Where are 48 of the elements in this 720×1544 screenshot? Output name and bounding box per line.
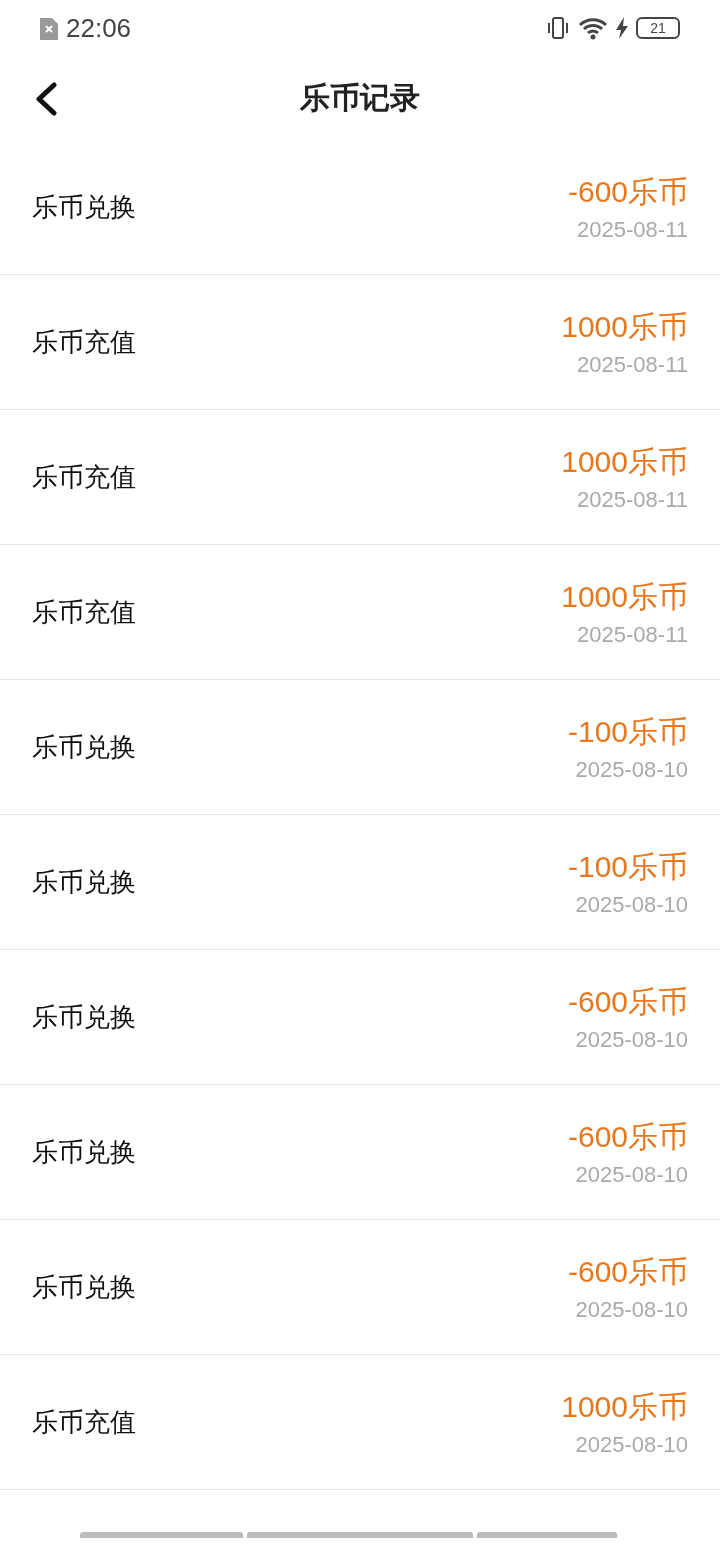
battery-icon: 21: [636, 17, 680, 39]
charging-icon: [616, 17, 628, 39]
record-type: 乐币兑换: [32, 1000, 136, 1034]
record-type: 乐币兑换: [32, 730, 136, 764]
record-row[interactable]: 乐币充值 1000乐币 2025-08-11: [0, 545, 720, 680]
coin-amount: 1000乐币: [561, 443, 688, 480]
record-row[interactable]: 乐币兑换 -600乐币 2025-08-10: [0, 1220, 720, 1355]
record-row[interactable]: 乐币充值 1000乐币 2025-08-10: [0, 1355, 720, 1490]
record-date: 2025-08-11: [577, 486, 688, 513]
coin-amount: -100乐币: [567, 713, 688, 750]
coin-amount: 1000乐币: [561, 578, 688, 615]
coin-amount: 1000乐币: [561, 308, 688, 345]
coin-amount: -100乐币: [567, 848, 688, 885]
record-date: 2025-08-10: [575, 1026, 688, 1053]
status-time: 22:06: [66, 12, 132, 44]
record-date: 2025-08-10: [575, 1161, 688, 1188]
record-type: 乐币兑换: [32, 1135, 136, 1169]
record-type: 乐币兑换: [32, 1270, 136, 1304]
record-type: 乐币兑换: [32, 190, 136, 224]
record-date: 2025-08-10: [575, 891, 688, 918]
wifi-icon: [578, 16, 608, 40]
record-type: 乐币充值: [32, 460, 136, 494]
record-date: 2025-08-10: [575, 1296, 688, 1323]
record-date: 2025-08-11: [577, 351, 688, 378]
record-row[interactable]: 乐币充值 1000乐币 2025-08-11: [0, 275, 720, 410]
record-row[interactable]: 乐币兑换 -600乐币 2025-08-11: [0, 140, 720, 275]
page-title: 乐币记录: [300, 78, 420, 117]
coin-amount: -600乐币: [567, 1118, 688, 1155]
record-row[interactable]: 乐币兑换 -100乐币 2025-08-10: [0, 815, 720, 950]
record-date: 2025-08-10: [575, 756, 688, 783]
record-row[interactable]: 乐币兑换 -600乐币 2025-08-10: [0, 1085, 720, 1220]
record-type: 乐币充值: [32, 595, 136, 629]
record-type: 乐币充值: [32, 1405, 136, 1439]
record-row[interactable]: 乐币充值 1000乐币 2025-08-11: [0, 410, 720, 545]
back-icon[interactable]: [34, 82, 58, 116]
record-type: 乐币充值: [32, 325, 136, 359]
record-date: 2025-08-11: [577, 216, 688, 243]
sim-card-icon: [40, 16, 58, 40]
coin-amount: 1000乐币: [561, 1388, 688, 1425]
record-date: 2025-08-11: [577, 621, 688, 648]
coin-amount: -600乐币: [567, 173, 688, 210]
record-date: 2025-08-10: [575, 1431, 688, 1458]
record-row[interactable]: 乐币兑换 -600乐币 2025-08-10: [0, 950, 720, 1085]
record-row[interactable]: 乐币兑换 -100乐币 2025-08-10: [0, 680, 720, 815]
coin-amount: -600乐币: [567, 983, 688, 1020]
record-type: 乐币兑换: [32, 865, 136, 899]
vibrate-icon: [546, 16, 570, 40]
coin-amount: -600乐币: [567, 1253, 688, 1290]
